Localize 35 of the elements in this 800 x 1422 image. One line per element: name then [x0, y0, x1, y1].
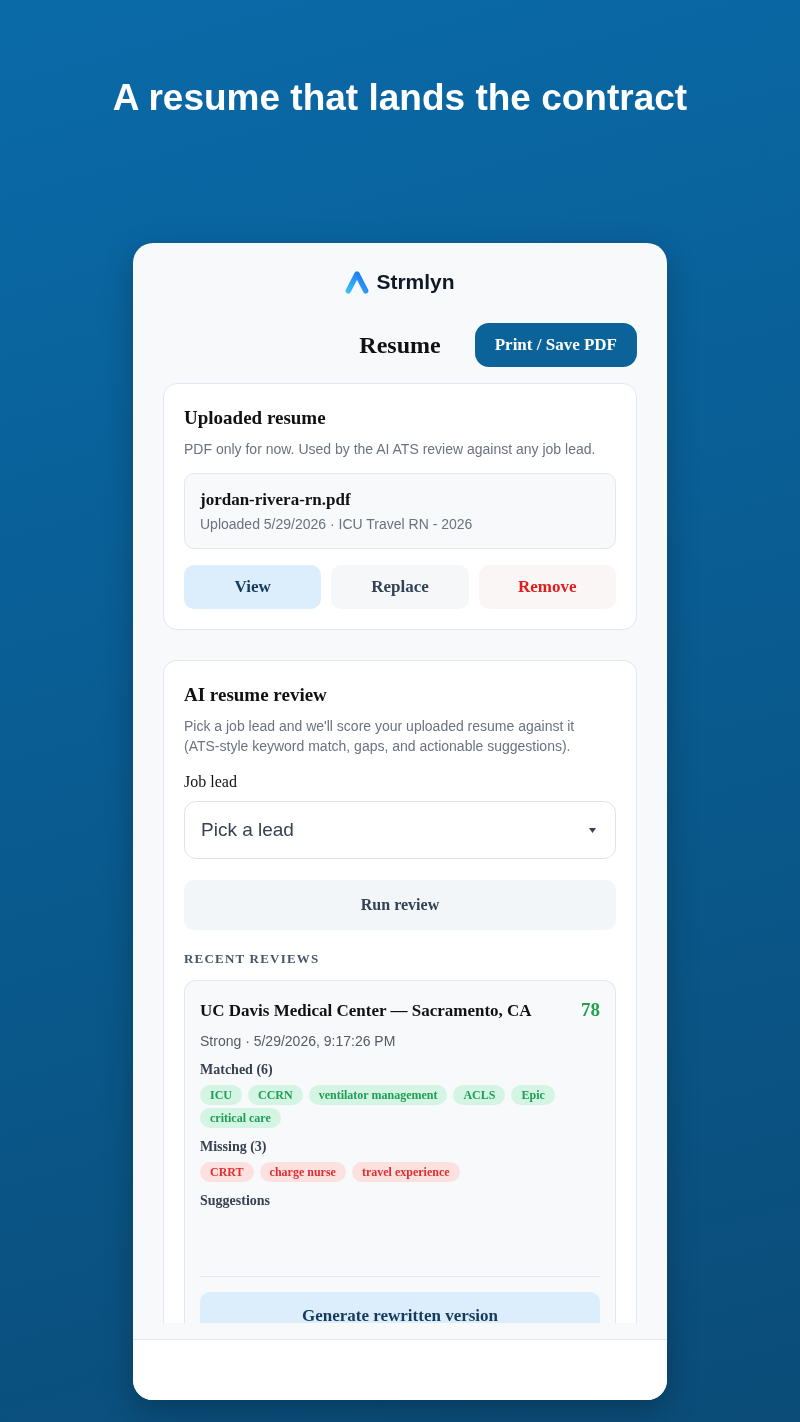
keyword-group-label: Missing (3) [200, 1138, 268, 1156]
card-description: PDF only for now. Used by the AI ATS review against any job lead. [184, 440, 597, 459]
card-title: Uploaded resume [184, 407, 327, 429]
missing-keyword-tag: travel experience [351, 1162, 460, 1182]
matched-keyword-tag: ventilator management [308, 1085, 448, 1105]
print-save-pdf-button[interactable]: Print / Save PDF [474, 323, 637, 367]
matched-keyword-tag: Epic [511, 1085, 555, 1105]
review-title: UC Davis Medical Center — Sacramento, CA [200, 1001, 532, 1021]
field-label: Job lead [184, 772, 238, 792]
review-meta: Strong · 5/29/2026, 9:17:26 PM [200, 1032, 397, 1051]
missing-keyword-tag: CRRT [200, 1162, 254, 1182]
card-description: Pick a job lead and we'll score your uploaded resume against it (ATS-style keyword match, gaps, and actionable suggestions). [184, 717, 576, 756]
run-review-button[interactable]: Run review [184, 880, 616, 930]
matched-keyword-tag: CCRN [248, 1085, 303, 1105]
replace-button[interactable]: Replace [331, 565, 469, 609]
file-meta: Uploaded 5/29/2026 · ICU Travel RN - 2026 [200, 515, 474, 534]
remove-button[interactable]: Remove [478, 565, 616, 609]
match-score: 78 [581, 1000, 600, 1020]
keyword-group-label: Matched (6) [200, 1061, 274, 1079]
matched-keyword-tag: critical care [200, 1108, 281, 1128]
matched-keyword-tag: ICU [200, 1085, 242, 1105]
suggestions-label: Suggestions [200, 1192, 272, 1210]
brand-name: Strmlyn [376, 270, 455, 294]
section-heading: RECENT REVIEWS [184, 951, 321, 967]
file-name: jordan-rivera-rn.pdf [200, 490, 352, 510]
page-title: Resume [359, 331, 441, 359]
matched-keyword-tag: ACLS [453, 1085, 506, 1105]
logo-icon [345, 270, 370, 294]
card-title: AI resume review [184, 684, 328, 706]
headline: A resume that lands the contract [112, 76, 688, 120]
job-lead-select[interactable]: Pick a lead [184, 801, 616, 859]
view-button[interactable]: View [184, 565, 322, 609]
generate-rewrite-button[interactable]: Generate rewritten version [200, 1292, 600, 1323]
missing-keyword-tag: charge nurse [259, 1162, 346, 1182]
caret-icon [589, 827, 596, 833]
